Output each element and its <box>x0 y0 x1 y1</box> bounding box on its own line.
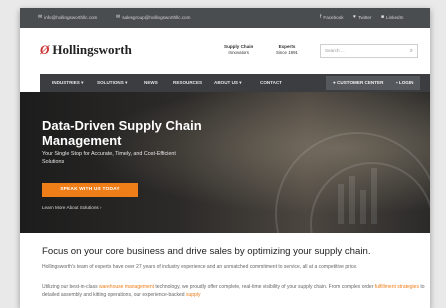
content-heading: Focus on your core business and drive sa… <box>42 246 371 257</box>
intro-paragraph: Hollingsworth's team of experts have ove… <box>42 264 358 270</box>
logo-mark: Ø <box>40 42 50 57</box>
nav-solutions[interactable]: SOLUTIONS ▾ <box>97 74 127 92</box>
brand-name: Hollingsworth <box>52 42 132 57</box>
hero-decorative-bar <box>338 184 344 224</box>
hero-subtitle: Your Single Stop for Accurate, Timely, a… <box>42 151 176 165</box>
fulfillment-strategies-link[interactable]: fulfillment strategies <box>375 284 419 290</box>
mail-icon: ✉ <box>116 14 121 20</box>
learn-more-link[interactable]: Learn More About Solutions › <box>42 205 102 210</box>
warehouse-management-link[interactable]: warehouse management <box>99 284 154 290</box>
social-facebook[interactable]: f Facebook <box>320 14 344 21</box>
contact-email-1[interactable]: ✉ info@hollingsworthllc.com <box>38 14 97 21</box>
main-nav: INDUSTRIES ▾ SOLUTIONS ▾ NEWS RESOURCES … <box>40 74 430 92</box>
badge-supply-chain: Supply Chain Innovators <box>224 44 254 55</box>
twitter-icon: ♥ <box>353 14 356 20</box>
contact-email-2[interactable]: ✉ salesgroup@hollingsworthllc.com <box>116 14 190 21</box>
hero-title: Data-Driven Supply Chain Management <box>42 118 202 148</box>
social-linkedin[interactable]: ■ LinkedIn <box>381 14 403 21</box>
login-button[interactable]: ▪ LOGIN <box>389 76 421 90</box>
customer-center-button[interactable]: ● CUSTOMER CENTER <box>326 76 391 90</box>
hero-decorative-bar <box>349 176 355 224</box>
nav-resources[interactable]: RESOURCES <box>173 74 202 92</box>
speak-with-us-button[interactable]: SPEAK WITH US TODAY <box>42 183 138 197</box>
hero-decorative-bar <box>360 190 366 224</box>
nav-about-us[interactable]: ABOUT US ▾ <box>214 74 242 92</box>
hero-decorative-bar <box>371 168 377 224</box>
nav-news[interactable]: NEWS <box>144 74 158 92</box>
search-icon[interactable]: ⌕ <box>410 45 413 57</box>
nav-contact[interactable]: CONTACT <box>260 74 282 92</box>
services-paragraph: Utilizing our best-in-class warehouse ma… <box>42 284 425 298</box>
badge-experts: Experts Since 1991 <box>276 44 298 55</box>
supply-link[interactable]: supply <box>186 292 200 298</box>
browser-page: ✉ info@hollingsworthllc.com ✉ salesgroup… <box>20 8 430 308</box>
linkedin-icon: ■ <box>381 14 385 20</box>
user-icon: ● <box>333 80 336 85</box>
social-twitter[interactable]: ♥ Twitter <box>353 14 372 21</box>
facebook-icon: f <box>320 14 322 20</box>
nav-industries[interactable]: INDUSTRIES ▾ <box>52 74 83 92</box>
lock-icon: ▪ <box>396 80 398 85</box>
mail-icon: ✉ <box>38 14 43 20</box>
top-utility-bar: ✉ info@hollingsworthllc.com ✉ salesgroup… <box>20 8 430 28</box>
search-input[interactable]: Search ... ⌕ <box>320 44 418 58</box>
site-logo[interactable]: Ø Hollingsworth <box>40 42 132 58</box>
